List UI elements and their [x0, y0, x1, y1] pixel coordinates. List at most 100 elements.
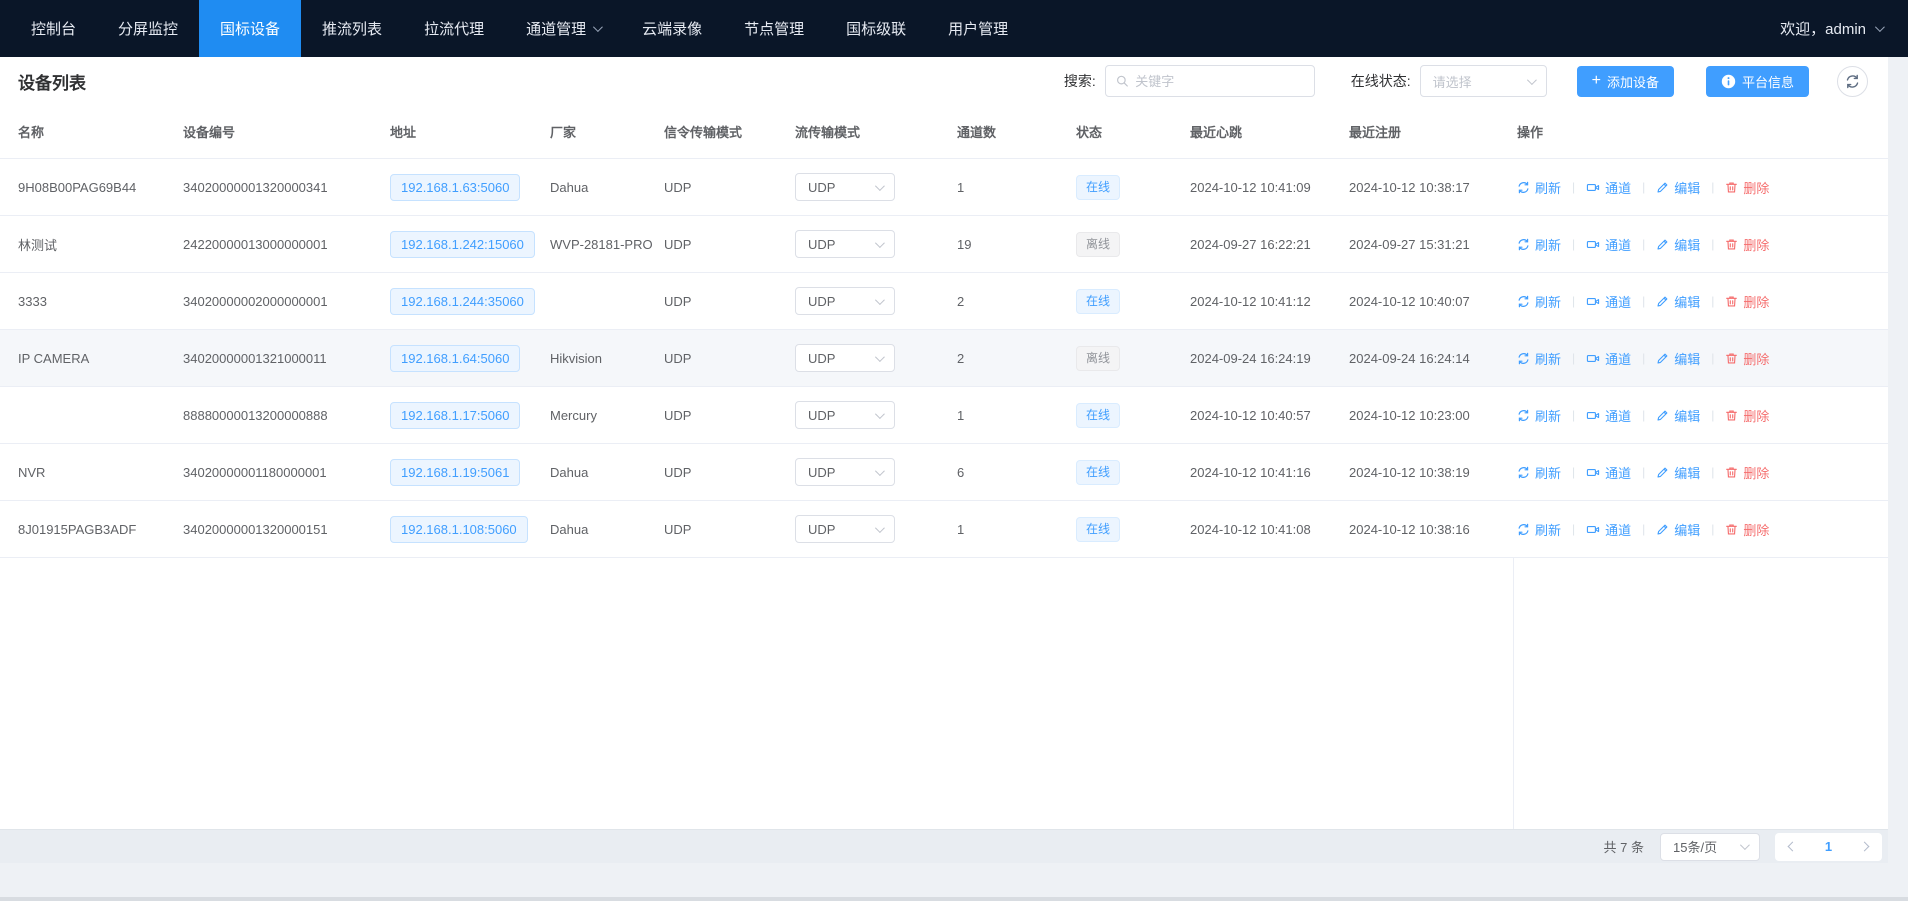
nav-item-1[interactable]: 分屏监控 — [97, 0, 199, 57]
edit-action[interactable]: 编辑 — [1656, 235, 1700, 254]
delete-action[interactable]: 删除 — [1725, 292, 1769, 311]
toolbar: 设备列表 搜索: 在线状态: 请选择 + 添加设备 — [0, 57, 1888, 105]
stream-mode-select[interactable]: UDP — [795, 401, 895, 429]
online-status-select[interactable]: 请选择 — [1420, 65, 1547, 97]
channel-action[interactable]: 通道 — [1586, 463, 1631, 482]
nav-spacer — [1029, 0, 1770, 57]
address-chip[interactable]: 192.168.1.242:15060 — [390, 231, 535, 258]
cell-status: 在线 — [1076, 289, 1190, 314]
channel-action[interactable]: 通道 — [1586, 178, 1631, 197]
refresh-action[interactable]: 刷新 — [1517, 520, 1561, 539]
cell-address: 192.168.1.19:5061 — [390, 459, 550, 486]
refresh-action[interactable]: 刷新 — [1517, 406, 1561, 425]
current-page[interactable]: 1 — [1825, 839, 1832, 854]
edit-action[interactable]: 编辑 — [1656, 349, 1700, 368]
nav-item-2[interactable]: 国标设备 — [199, 0, 301, 57]
edit-action[interactable]: 编辑 — [1656, 520, 1700, 539]
device-table: 名称设备编号地址厂家信令传输模式流传输模式通道数状态最近心跳最近注册操作 9H0… — [0, 105, 1888, 558]
user-menu[interactable]: 欢迎，admin — [1770, 0, 1908, 57]
signal-mode: UDP — [664, 408, 691, 423]
nav-item-3[interactable]: 推流列表 — [301, 0, 403, 57]
refresh-icon — [1517, 409, 1530, 422]
stream-mode-select[interactable]: UDP — [795, 515, 895, 543]
online-status-label: 在线状态: — [1351, 71, 1411, 91]
cell-name: NVR — [18, 465, 183, 480]
edit-action[interactable]: 编辑 — [1656, 292, 1700, 311]
prev-page-button[interactable] — [1788, 842, 1798, 852]
chevron-down-icon — [593, 22, 603, 32]
delete-action[interactable]: 删除 — [1725, 463, 1769, 482]
nav-item-6[interactable]: 云端录像 — [621, 0, 723, 57]
refresh-action[interactable]: 刷新 — [1517, 235, 1561, 254]
stream-mode-select[interactable]: UDP — [795, 173, 895, 201]
video-camera-icon — [1586, 295, 1600, 308]
cell-device-id: 34020000002000000001 — [183, 294, 390, 309]
cell-heartbeat: 2024-10-12 10:41:08 — [1190, 522, 1349, 537]
stream-mode-select[interactable]: UDP — [795, 287, 895, 315]
address-chip[interactable]: 192.168.1.244:35060 — [390, 288, 535, 315]
refresh-action[interactable]: 刷新 — [1517, 292, 1561, 311]
stream-mode-select[interactable]: UDP — [795, 230, 895, 258]
nav-item-4[interactable]: 拉流代理 — [403, 0, 505, 57]
device-name: 3333 — [18, 294, 47, 309]
next-page-button[interactable] — [1859, 842, 1869, 852]
action-separator: | — [1711, 180, 1714, 194]
delete-action[interactable]: 删除 — [1725, 349, 1769, 368]
stream-mode-select[interactable]: UDP — [795, 458, 895, 486]
nav-item-5[interactable]: 通道管理 — [505, 0, 621, 57]
edit-action[interactable]: 编辑 — [1656, 406, 1700, 425]
refresh-action[interactable]: 刷新 — [1517, 178, 1561, 197]
address-chip[interactable]: 192.168.1.17:5060 — [390, 402, 520, 429]
refresh-action[interactable]: 刷新 — [1517, 349, 1561, 368]
video-camera-icon — [1586, 352, 1600, 365]
cell-actions: 刷新 | 通道 | 编辑 | — [1517, 406, 1888, 425]
nav-item-8[interactable]: 国标级联 — [825, 0, 927, 57]
edit-action-label: 编辑 — [1674, 178, 1700, 197]
status-badge: 在线 — [1076, 289, 1120, 314]
device-name: 9H08B00PAG69B44 — [18, 180, 136, 195]
nav-item-label: 推流列表 — [322, 18, 382, 39]
channel-action[interactable]: 通道 — [1586, 406, 1631, 425]
nav-item-7[interactable]: 节点管理 — [723, 0, 825, 57]
channel-action[interactable]: 通道 — [1586, 235, 1631, 254]
video-camera-icon — [1586, 181, 1600, 194]
device-id: 34020000001321000011 — [183, 351, 327, 366]
refresh-list-button[interactable] — [1837, 66, 1868, 97]
edit-action[interactable]: 编辑 — [1656, 178, 1700, 197]
platform-info-button[interactable]: 平台信息 — [1706, 66, 1809, 97]
add-device-button[interactable]: + 添加设备 — [1577, 66, 1674, 97]
cell-channels: 1 — [957, 522, 1076, 537]
refresh-action[interactable]: 刷新 — [1517, 463, 1561, 482]
edit-pencil-icon — [1656, 466, 1669, 479]
edit-action[interactable]: 编辑 — [1656, 463, 1700, 482]
search-box — [1105, 65, 1315, 97]
device-id: 34020000001320000341 — [183, 180, 328, 195]
refresh-icon — [1517, 181, 1530, 194]
page-size-select[interactable]: 15条/页 — [1660, 833, 1760, 861]
delete-action[interactable]: 删除 — [1725, 235, 1769, 254]
channel-action[interactable]: 通道 — [1586, 292, 1631, 311]
signal-mode: UDP — [664, 522, 691, 537]
refresh-action-label: 刷新 — [1535, 235, 1561, 254]
nav-item-0[interactable]: 控制台 — [10, 0, 97, 57]
address-chip[interactable]: 192.168.1.108:5060 — [390, 516, 528, 543]
delete-action[interactable]: 删除 — [1725, 520, 1769, 539]
cell-registered: 2024-09-27 15:31:21 — [1349, 237, 1517, 252]
address-chip[interactable]: 192.168.1.64:5060 — [390, 345, 520, 372]
channel-action[interactable]: 通道 — [1586, 349, 1631, 368]
address-chip[interactable]: 192.168.1.63:5060 — [390, 174, 520, 201]
channel-action[interactable]: 通道 — [1586, 520, 1631, 539]
status-badge: 在线 — [1076, 403, 1120, 428]
manufacturer: Dahua — [550, 465, 588, 480]
cell-name: 8J01915PAGB3ADF — [18, 522, 183, 537]
channel-action-label: 通道 — [1605, 520, 1631, 539]
stream-mode-select[interactable]: UDP — [795, 344, 895, 372]
delete-action[interactable]: 删除 — [1725, 406, 1769, 425]
address-chip[interactable]: 192.168.1.19:5061 — [390, 459, 520, 486]
search-input[interactable] — [1135, 74, 1303, 89]
action-separator: | — [1572, 294, 1575, 308]
delete-action[interactable]: 删除 — [1725, 178, 1769, 197]
cell-channels: 1 — [957, 408, 1076, 423]
action-separator: | — [1572, 180, 1575, 194]
nav-item-9[interactable]: 用户管理 — [927, 0, 1029, 57]
